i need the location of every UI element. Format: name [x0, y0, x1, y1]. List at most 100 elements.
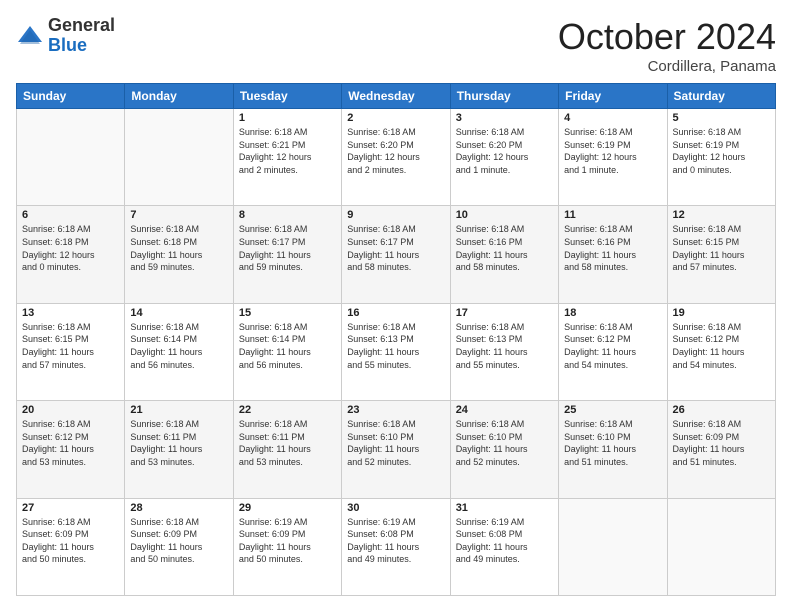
day-info: Sunrise: 6:19 AM Sunset: 6:09 PM Dayligh… [239, 516, 336, 566]
day-number: 25 [564, 404, 661, 416]
calendar-cell: 20 Sunrise: 6:18 AM Sunset: 6:12 PM Dayli… [17, 401, 125, 498]
day-info: Sunrise: 6:19 AM Sunset: 6:08 PM Dayligh… [456, 516, 553, 566]
day-number: 9 [347, 209, 444, 221]
day-number: 10 [456, 209, 553, 221]
calendar-cell: 6Sunrise: 6:18 AM Sunset: 6:18 PM Daylig… [17, 206, 125, 303]
col-sunday: Sunday [17, 84, 125, 109]
week-row-1: 1 Sunrise: 6:18 AM Sunset: 6:21 PM Daylig… [17, 109, 776, 206]
calendar-cell: 27Sunrise: 6:18 AM Sunset: 6:09 PM Dayli… [17, 498, 125, 595]
day-info: Sunrise: 6:18 AM Sunset: 6:11 PM Dayligh… [239, 418, 336, 468]
col-wednesday: Wednesday [342, 84, 450, 109]
calendar-cell: 26 Sunrise: 6:18 AM Sunset: 6:09 PM Dayli… [667, 401, 775, 498]
day-info: Sunrise: 6:18 AM Sunset: 6:20 PM Dayligh… [347, 126, 444, 176]
calendar-cell: 18 Sunrise: 6:18 AM Sunset: 6:12 PM Dayli… [559, 303, 667, 400]
page: General Blue October 2024 Cordillera, Pa… [0, 0, 792, 612]
week-row-3: 13 Sunrise: 6:18 AM Sunset: 6:15 PM Dayli… [17, 303, 776, 400]
calendar-cell: 3 Sunrise: 6:18 AM Sunset: 6:20 PM Daylig… [450, 109, 558, 206]
week-row-5: 27 Sunrise: 6:18 AM Sunset: 6:09 PM Dayli… [17, 498, 776, 595]
day-number: 4 [564, 112, 661, 124]
day-info: Sunrise: 6:18 AM Sunset: 6:15 PM Dayligh… [673, 223, 770, 273]
calendar-cell: 19 Sunrise: 6:18 AM Sunset: 6:12 PM Dayli… [667, 303, 775, 400]
day-number: 24 [456, 404, 553, 416]
day-info: Sunrise: 6:18 AM Sunset: 6:16 PM Dayligh… [456, 223, 553, 273]
day-info: Sunrise: 6:18 AM Sunset: 6:21 PM Dayligh… [239, 126, 336, 176]
day-number: 26 [673, 404, 770, 416]
calendar-cell: 21Sunrise: 6:18 AM Sunset: 6:11 PM Dayli… [125, 401, 233, 498]
day-number: 28 [130, 502, 227, 514]
day-number: 23 [347, 404, 444, 416]
day-number: 1 [239, 112, 336, 124]
logo: General Blue [16, 16, 115, 56]
calendar-cell: 10 Sunrise: 6:18 AM Sunset: 6:16 PM Dayli… [450, 206, 558, 303]
day-number: 14 [130, 307, 227, 319]
calendar-cell: 11Sunrise: 6:18 AM Sunset: 6:16 PM Dayli… [559, 206, 667, 303]
calendar-cell: 25 Sunrise: 6:18 AM Sunset: 6:10 PM Dayli… [559, 401, 667, 498]
day-number: 2 [347, 112, 444, 124]
day-info: Sunrise: 6:18 AM Sunset: 6:09 PM Dayligh… [673, 418, 770, 468]
calendar-cell: 31 Sunrise: 6:19 AM Sunset: 6:08 PM Dayli… [450, 498, 558, 595]
calendar-cell: 4 Sunrise: 6:18 AM Sunset: 6:19 PM Daylig… [559, 109, 667, 206]
calendar-cell: 22 Sunrise: 6:18 AM Sunset: 6:11 PM Dayli… [233, 401, 341, 498]
day-info: Sunrise: 6:18 AM Sunset: 6:12 PM Dayligh… [22, 418, 119, 468]
day-info: Sunrise: 6:18 AM Sunset: 6:13 PM Dayligh… [456, 321, 553, 371]
col-thursday: Thursday [450, 84, 558, 109]
calendar-table: Sunday Monday Tuesday Wednesday Thursday… [16, 83, 776, 596]
calendar-cell: 28 Sunrise: 6:18 AM Sunset: 6:09 PM Dayli… [125, 498, 233, 595]
calendar-cell: 17Sunrise: 6:18 AM Sunset: 6:13 PM Dayli… [450, 303, 558, 400]
calendar-cell: 8Sunrise: 6:18 AM Sunset: 6:17 PM Daylig… [233, 206, 341, 303]
day-info: Sunrise: 6:18 AM Sunset: 6:15 PM Dayligh… [22, 321, 119, 371]
day-number: 15 [239, 307, 336, 319]
day-number: 29 [239, 502, 336, 514]
day-number: 13 [22, 307, 119, 319]
day-info: Sunrise: 6:18 AM Sunset: 6:17 PM Dayligh… [347, 223, 444, 273]
calendar-cell: 16Sunrise: 6:18 AM Sunset: 6:13 PM Dayli… [342, 303, 450, 400]
day-number: 12 [673, 209, 770, 221]
day-info: Sunrise: 6:18 AM Sunset: 6:10 PM Dayligh… [456, 418, 553, 468]
calendar-cell: 5Sunrise: 6:18 AM Sunset: 6:19 PM Daylig… [667, 109, 775, 206]
day-info: Sunrise: 6:18 AM Sunset: 6:14 PM Dayligh… [130, 321, 227, 371]
day-info: Sunrise: 6:18 AM Sunset: 6:12 PM Dayligh… [564, 321, 661, 371]
day-info: Sunrise: 6:18 AM Sunset: 6:18 PM Dayligh… [22, 223, 119, 273]
day-number: 31 [456, 502, 553, 514]
col-friday: Friday [559, 84, 667, 109]
header: General Blue October 2024 Cordillera, Pa… [16, 16, 776, 75]
calendar-cell: 7 Sunrise: 6:18 AM Sunset: 6:18 PM Daylig… [125, 206, 233, 303]
calendar-cell: 2 Sunrise: 6:18 AM Sunset: 6:20 PM Daylig… [342, 109, 450, 206]
calendar-cell: 13 Sunrise: 6:18 AM Sunset: 6:15 PM Dayli… [17, 303, 125, 400]
day-number: 21 [130, 404, 227, 416]
calendar-cell: 23Sunrise: 6:18 AM Sunset: 6:10 PM Dayli… [342, 401, 450, 498]
day-info: Sunrise: 6:18 AM Sunset: 6:19 PM Dayligh… [564, 126, 661, 176]
calendar-cell [17, 109, 125, 206]
calendar-cell: 12 Sunrise: 6:18 AM Sunset: 6:15 PM Dayli… [667, 206, 775, 303]
col-saturday: Saturday [667, 84, 775, 109]
day-info: Sunrise: 6:19 AM Sunset: 6:08 PM Dayligh… [347, 516, 444, 566]
day-number: 30 [347, 502, 444, 514]
week-row-4: 20 Sunrise: 6:18 AM Sunset: 6:12 PM Dayli… [17, 401, 776, 498]
day-number: 19 [673, 307, 770, 319]
location: Cordillera, Panama [558, 58, 776, 75]
day-number: 11 [564, 209, 661, 221]
day-number: 8 [239, 209, 336, 221]
day-number: 7 [130, 209, 227, 221]
calendar-cell: 24 Sunrise: 6:18 AM Sunset: 6:10 PM Dayli… [450, 401, 558, 498]
day-info: Sunrise: 6:18 AM Sunset: 6:10 PM Dayligh… [564, 418, 661, 468]
day-info: Sunrise: 6:18 AM Sunset: 6:13 PM Dayligh… [347, 321, 444, 371]
calendar-cell: 29 Sunrise: 6:19 AM Sunset: 6:09 PM Dayli… [233, 498, 341, 595]
col-monday: Monday [125, 84, 233, 109]
day-info: Sunrise: 6:18 AM Sunset: 6:20 PM Dayligh… [456, 126, 553, 176]
calendar-cell: 14 Sunrise: 6:18 AM Sunset: 6:14 PM Dayli… [125, 303, 233, 400]
day-number: 5 [673, 112, 770, 124]
day-info: Sunrise: 6:18 AM Sunset: 6:09 PM Dayligh… [130, 516, 227, 566]
day-number: 20 [22, 404, 119, 416]
title-block: October 2024 Cordillera, Panama [558, 16, 776, 75]
day-info: Sunrise: 6:18 AM Sunset: 6:18 PM Dayligh… [130, 223, 227, 273]
day-info: Sunrise: 6:18 AM Sunset: 6:12 PM Dayligh… [673, 321, 770, 371]
month-title: October 2024 [558, 16, 776, 58]
calendar-cell: 1 Sunrise: 6:18 AM Sunset: 6:21 PM Daylig… [233, 109, 341, 206]
day-number: 27 [22, 502, 119, 514]
calendar-header-row: Sunday Monday Tuesday Wednesday Thursday… [17, 84, 776, 109]
calendar-cell [125, 109, 233, 206]
day-number: 22 [239, 404, 336, 416]
day-number: 18 [564, 307, 661, 319]
day-number: 3 [456, 112, 553, 124]
